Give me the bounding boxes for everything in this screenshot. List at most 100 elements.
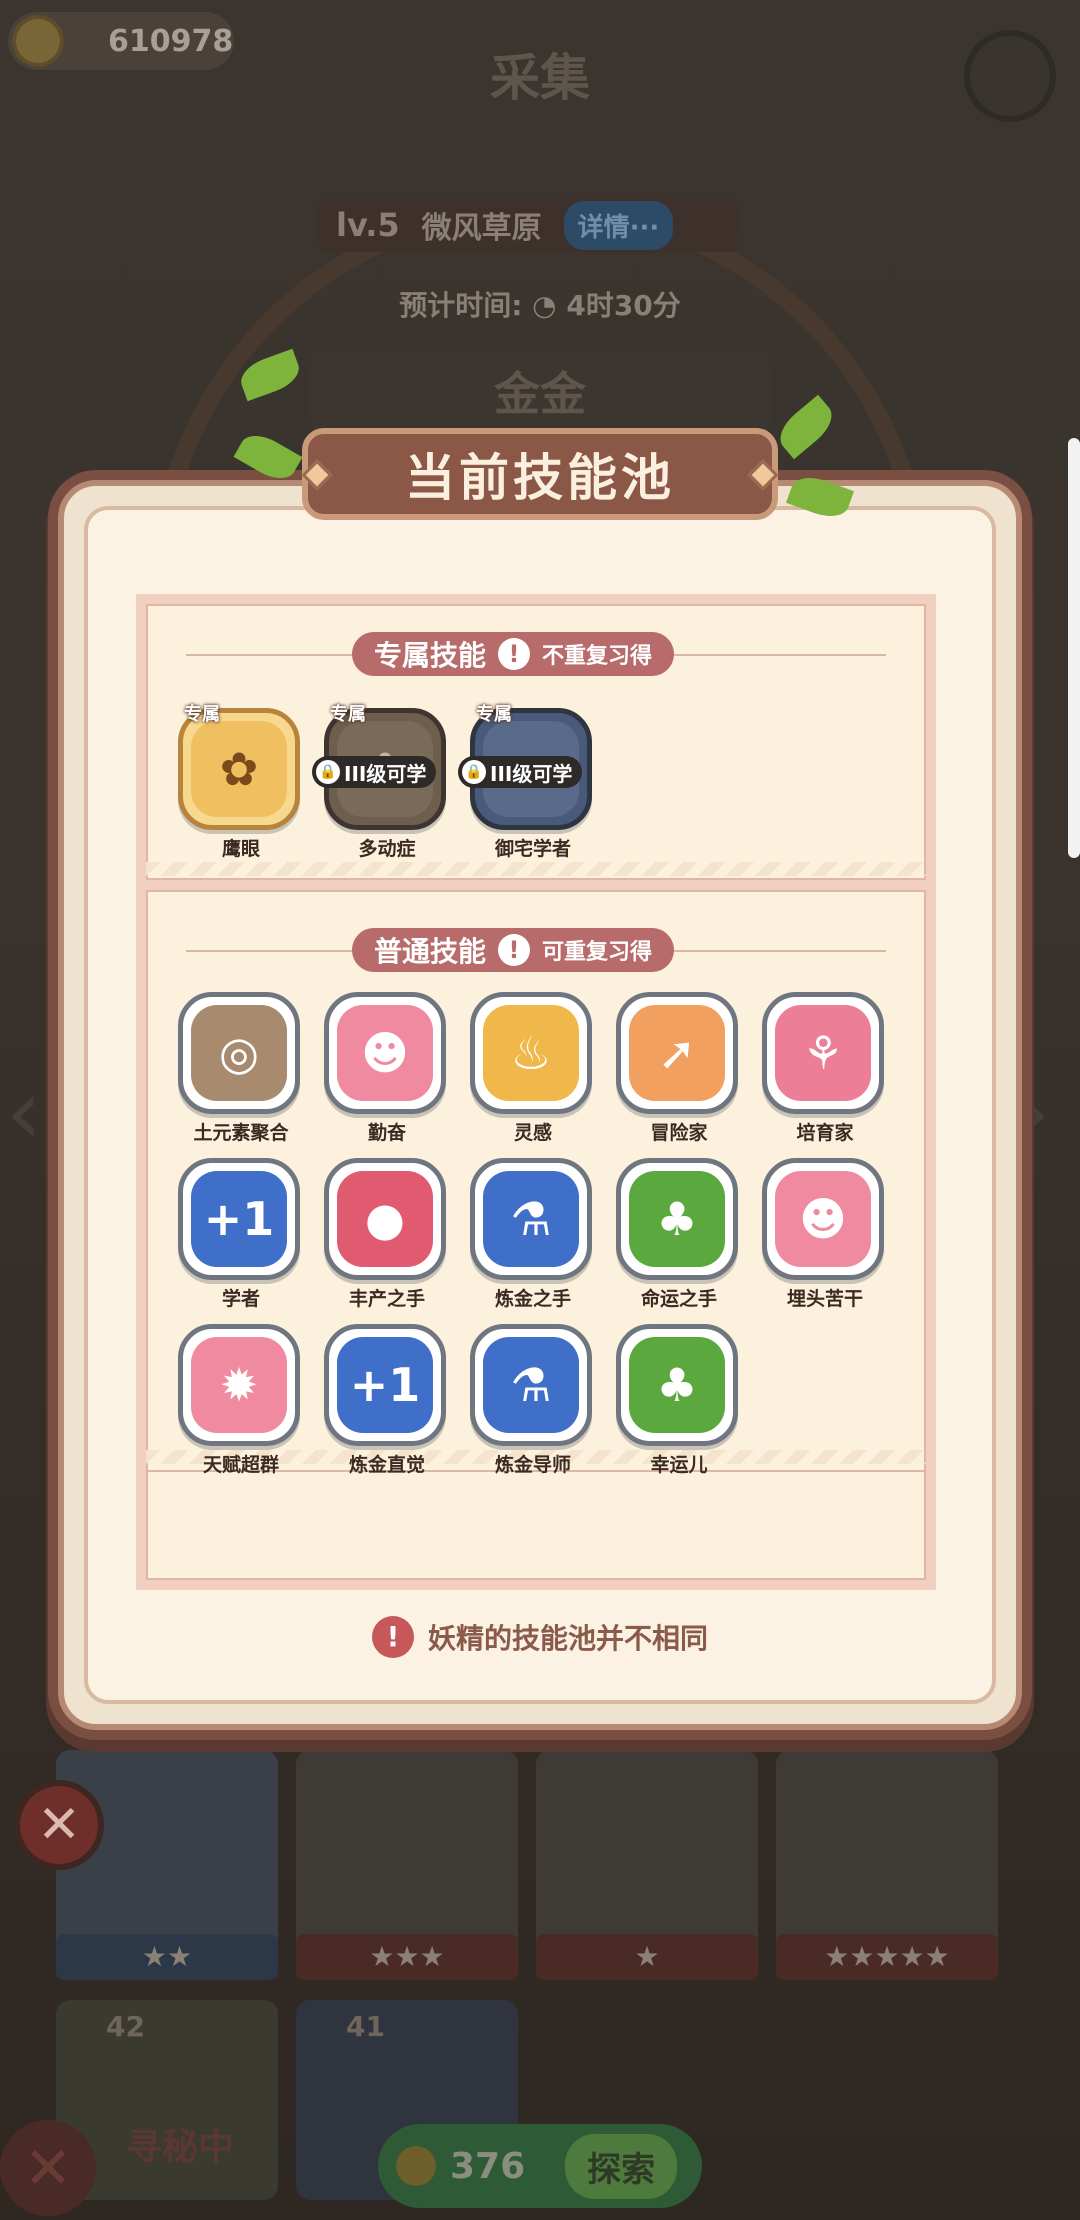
section-note: 可重复习得 — [542, 940, 653, 965]
skill-label: 丰产之手 — [348, 1288, 425, 1310]
explore-bar: 376 探索 — [378, 2124, 702, 2208]
fairy-cards: ★★ ★★★ ★ ★★★★★ — [56, 1750, 1016, 1980]
skill-frame: ♣ — [616, 1158, 738, 1280]
skill-tile[interactable]: ⚗ 炼金之手 — [470, 1158, 596, 1311]
skill-label: 学者 — [221, 1288, 260, 1310]
skill-label: 冒险家 — [650, 1122, 708, 1144]
modal-title: 当前技能池 — [405, 449, 675, 507]
skill-tile[interactable]: ☻ 勤奋 — [324, 992, 450, 1145]
skill-icon: ● — [337, 1171, 433, 1267]
skill-label: 灵感 — [513, 1122, 552, 1144]
skill-otaku-scholar[interactable]: ☁ 专属 🔒 III级可学 御宅学者 — [458, 704, 596, 861]
skill-tile[interactable]: ♨ 灵感 — [470, 992, 596, 1145]
skill-tile[interactable]: ⚗ 炼金导师 — [470, 1324, 596, 1477]
skill-tile[interactable]: +1 炼金直觉 — [324, 1324, 450, 1477]
skill-frame: ♣ — [616, 1324, 738, 1446]
exclusive-tag: 专属 — [184, 704, 220, 725]
skill-icon: ☻ — [337, 1005, 433, 1101]
left-arrow-icon: ‹ — [6, 1060, 42, 1165]
detail-button: 详情··· — [563, 200, 674, 250]
close-button[interactable]: ✕ — [14, 1780, 104, 1870]
skill-icon: ♣ — [629, 1337, 725, 1433]
skill-label: 御宅学者 — [494, 838, 571, 860]
eta-row: 预计时间: ◔ 4时30分 — [0, 284, 1080, 324]
skill-frame: ⚗ — [470, 1324, 592, 1446]
skill-frame: +1 — [324, 1324, 446, 1446]
fairy-card: ★★★ — [296, 1750, 518, 1980]
skill-icon: ♣ — [629, 1171, 725, 1267]
skill-tile[interactable]: ◎ 土元素聚合 — [178, 992, 304, 1145]
skill-label: 炼金之手 — [494, 1288, 571, 1310]
skill-tile[interactable]: ♣ 幸运儿 — [616, 1324, 742, 1477]
skill-icon: +1 — [337, 1337, 433, 1433]
skill-icon: ♨ — [483, 1005, 579, 1101]
skill-label: 鹰眼 — [221, 838, 260, 860]
skill-frame: ● — [324, 1158, 446, 1280]
fairy-name-plate: 金金 — [310, 352, 770, 436]
map-level: lv.5 — [336, 206, 400, 244]
skill-tile[interactable]: ☻ 埋头苦干 — [762, 1158, 888, 1311]
section-title: 普通技能 — [374, 935, 487, 968]
skill-label: 勤奋 — [367, 1122, 406, 1144]
eta-value: 4时30分 — [566, 289, 681, 322]
skill-icon: ☻ — [775, 1171, 871, 1267]
skill-frame: ⚘ — [762, 992, 884, 1114]
skill-frame: ◎ — [178, 992, 300, 1114]
skill-tile[interactable]: ♣ 命运之手 — [616, 1158, 742, 1311]
skill-icon: +1 — [191, 1171, 287, 1267]
skill-frame: ➚ — [616, 992, 738, 1114]
skill-tile[interactable]: +1 学者 — [178, 1158, 304, 1311]
bee-icon: ✿ — [191, 721, 287, 817]
skill-frame: +1 — [178, 1158, 300, 1280]
explore-button: 探索 — [565, 2133, 678, 2199]
eta-label: 预计时间: — [399, 289, 523, 322]
footer-note-text: 妖精的技能池并不相同 — [427, 1622, 708, 1655]
diamond-icon — [747, 459, 779, 491]
skill-frame: ♨ — [470, 992, 592, 1114]
skill-icon: ◎ — [191, 1005, 287, 1101]
clock-icon: ◔ — [532, 289, 567, 322]
skill-frame: ⚗ — [470, 1158, 592, 1280]
warning-icon: ! — [498, 638, 531, 670]
exclusive-tag: 专属 — [330, 704, 366, 725]
locked-badge: 🔒 III级可学 — [458, 756, 583, 788]
zigzag-border — [146, 862, 926, 876]
warning-icon: ! — [371, 1616, 414, 1658]
skill-tile[interactable]: ✹ 天赋超群 — [178, 1324, 304, 1477]
card-stars: ★★ — [56, 1934, 278, 1980]
skill-icon: ⚘ — [775, 1005, 871, 1101]
skill-label: 幸运儿 — [650, 1454, 708, 1476]
skill-frame: ☻ — [762, 1158, 884, 1280]
lock-text: III级可学 — [344, 761, 427, 786]
map-level-bar: lv.5 微风草原 详情··· — [318, 198, 738, 252]
skill-icon: ✹ — [191, 1337, 287, 1433]
fairy-card: ★★★★★ — [776, 1750, 998, 1980]
skill-tile[interactable]: ➚ 冒险家 — [616, 992, 742, 1145]
skill-icon: ⚗ — [483, 1171, 579, 1267]
skill-hawk-eye[interactable]: ✿ 专属 鹰眼 — [178, 704, 304, 861]
skill-tile[interactable]: ● 丰产之手 — [324, 1158, 450, 1311]
card-stars: ★ — [536, 1934, 758, 1980]
modal-title-banner: 当前技能池 — [301, 428, 779, 520]
help-icon — [964, 30, 1056, 122]
skill-label: 土元素聚合 — [193, 1122, 289, 1144]
bottom-close-icon: ✕ — [0, 2120, 96, 2216]
exclusive-tag: 专属 — [476, 704, 512, 725]
seeking-text: 寻秘中 — [126, 2127, 235, 2168]
skill-label: 命运之手 — [640, 1288, 717, 1310]
skill-label: 炼金导师 — [494, 1454, 571, 1476]
exclusive-skills-header: 专属技能 ! 不重复习得 — [352, 632, 675, 676]
skill-hyperactive[interactable]: ✿ 专属 🔒 III级可学 多动症 — [312, 704, 450, 861]
skill-label: 培育家 — [796, 1122, 854, 1144]
skill-label: 天赋超群 — [202, 1454, 279, 1476]
lock-icon: 🔒 — [462, 760, 486, 784]
card-count: 42 — [106, 2010, 145, 2043]
skill-frame: ✿ — [178, 708, 300, 830]
section-note: 不重复习得 — [542, 644, 653, 669]
card-stars: ★★★★★ — [776, 1934, 998, 1980]
diamond-icon — [301, 459, 333, 491]
skill-frame: ☻ — [324, 992, 446, 1114]
map-name: 微风草原 — [421, 211, 542, 246]
skill-tile[interactable]: ⚘ 培育家 — [762, 992, 888, 1145]
skill-label: 埋头苦干 — [786, 1288, 863, 1310]
